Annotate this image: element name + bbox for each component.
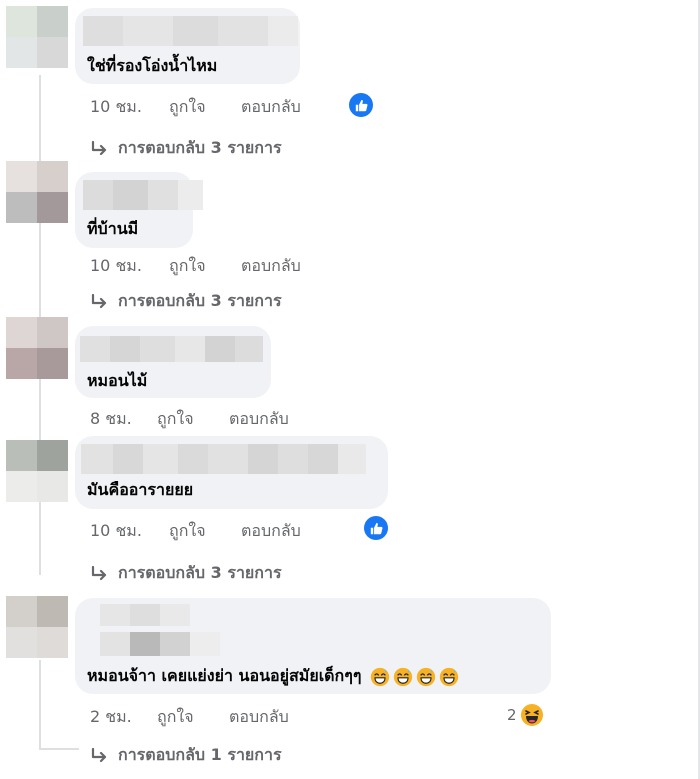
reply-arrow-icon	[91, 565, 107, 580]
replies-count-text: การตอบกลับ 3 รายการ	[118, 138, 282, 157]
like-icon[interactable]	[349, 93, 373, 117]
grinning-sweat-icon	[439, 667, 459, 686]
haha-icon	[520, 704, 543, 726]
comment-meta: 10 ชม. ถูกใจ ตอบกลับ	[90, 95, 301, 120]
reply-arrow-icon	[91, 293, 107, 308]
comment-time[interactable]: 2 ชม.	[90, 705, 157, 730]
reply-action[interactable]: ตอบกลับ	[241, 95, 301, 120]
commenter-name-blurred[interactable]	[83, 16, 298, 46]
comment-text: หมอนไม้	[87, 371, 148, 390]
view-replies-link[interactable]: การตอบกลับ 3 รายการ	[90, 289, 282, 314]
thread-line	[39, 748, 79, 750]
emoji-row	[367, 666, 459, 686]
view-replies-link[interactable]: การตอบกลับ 3 รายการ	[90, 136, 282, 161]
thread-line	[39, 660, 41, 750]
avatar[interactable]	[6, 317, 68, 379]
avatar[interactable]	[6, 596, 68, 658]
replies-count-text: การตอบกลับ 1 รายการ	[118, 745, 282, 764]
reaction-summary[interactable]: 2	[507, 703, 544, 727]
commenter-name-blurred[interactable]	[81, 444, 366, 474]
comment-time[interactable]: 10 ชม.	[90, 254, 169, 279]
comment-meta: 8 ชม. ถูกใจ ตอบกลับ	[90, 407, 289, 432]
grinning-sweat-icon	[416, 667, 436, 686]
reply-action[interactable]: ตอบกลับ	[241, 519, 301, 544]
commenter-name-blurred[interactable]	[100, 632, 220, 656]
comment-text: ใช่ที่รองโอ่งน้ำไหม	[87, 56, 218, 75]
avatar[interactable]	[6, 161, 68, 223]
comment-time[interactable]: 10 ชม.	[90, 519, 169, 544]
comment-text: หมอนจ้าา เคยแย่งย่า นอนอยู่สมัยเด็กๆๆ	[87, 664, 459, 689]
comment-meta: 10 ชม. ถูกใจ ตอบกลับ	[90, 254, 301, 279]
comment-meta: 2 ชม. ถูกใจ ตอบกลับ	[90, 705, 289, 730]
like-icon[interactable]	[364, 516, 388, 540]
grinning-sweat-icon	[370, 667, 390, 686]
view-replies-link[interactable]: การตอบกลับ 1 รายการ	[90, 743, 282, 768]
view-replies-link[interactable]: การตอบกลับ 3 รายการ	[90, 561, 282, 586]
commenter-name-blurred[interactable]	[80, 336, 263, 362]
reply-action[interactable]: ตอบกลับ	[241, 254, 301, 279]
like-action[interactable]: ถูกใจ	[169, 95, 241, 120]
commenter-name-blurred[interactable]	[83, 180, 203, 210]
like-action[interactable]: ถูกใจ	[169, 519, 241, 544]
reply-action[interactable]: ตอบกลับ	[229, 705, 289, 730]
avatar[interactable]	[6, 440, 68, 502]
comment-meta: 10 ชม. ถูกใจ ตอบกลับ	[90, 519, 301, 544]
reaction-count: 2	[507, 706, 517, 724]
replies-count-text: การตอบกลับ 3 รายการ	[118, 563, 282, 582]
reply-arrow-icon	[91, 747, 107, 762]
comment-text: ที่บ้านมี	[87, 219, 139, 238]
grinning-sweat-icon	[393, 667, 413, 686]
avatar[interactable]	[6, 6, 68, 68]
reply-action[interactable]: ตอบกลับ	[229, 407, 289, 432]
like-action[interactable]: ถูกใจ	[157, 705, 229, 730]
comment-text: มันคืออารายยย	[87, 480, 194, 499]
reply-arrow-icon	[91, 140, 107, 155]
replies-count-text: การตอบกลับ 3 รายการ	[118, 291, 282, 310]
like-action[interactable]: ถูกใจ	[169, 254, 241, 279]
comment-text-body: หมอนจ้าา เคยแย่งย่า นอนอยู่สมัยเด็กๆๆ	[87, 666, 362, 685]
comment-time[interactable]: 8 ชม.	[90, 407, 157, 432]
comment-time[interactable]: 10 ชม.	[90, 95, 169, 120]
like-action[interactable]: ถูกใจ	[157, 407, 229, 432]
commenter-name-blurred[interactable]	[100, 604, 190, 626]
